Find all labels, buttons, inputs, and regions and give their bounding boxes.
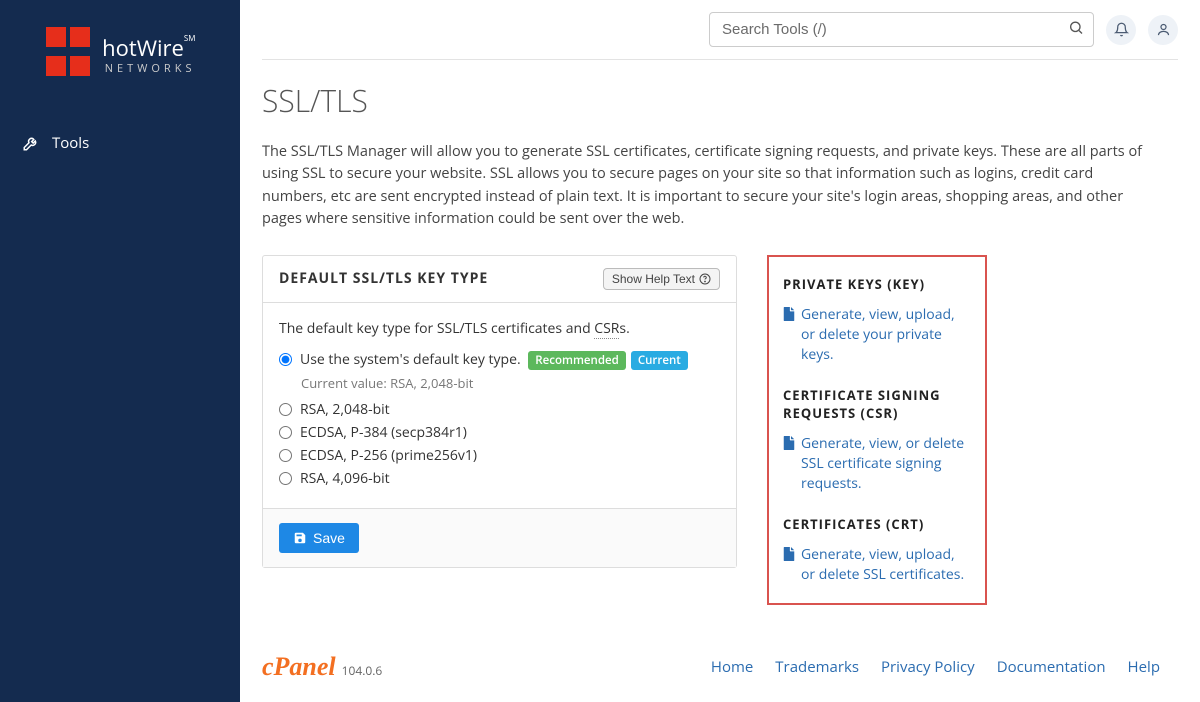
- csr-heading: CERTIFICATE SIGNING REQUESTS (CSR): [783, 386, 971, 422]
- sidebar-item-tools[interactable]: Tools: [0, 123, 240, 163]
- keytype-radio-ecdsa-p256[interactable]: [279, 449, 292, 462]
- link-text: Generate, view, upload, or delete SSL ce…: [801, 545, 971, 586]
- footer-link-documentation[interactable]: Documentation: [997, 657, 1106, 677]
- question-circle-icon: [699, 273, 711, 285]
- show-help-button[interactable]: Show Help Text: [603, 268, 720, 290]
- csr-link[interactable]: Generate, view, or delete SSL certificat…: [783, 434, 971, 495]
- ssl-links-panel: PRIVATE KEYS (KEY) Generate, view, uploa…: [767, 255, 987, 605]
- current-value-note: Current value: RSA, 2,048-bit: [301, 374, 720, 392]
- keytype-label: ECDSA, P-384 (secp384r1): [300, 423, 467, 442]
- search-icon[interactable]: [1068, 19, 1084, 40]
- private-keys-link[interactable]: Generate, view, upload, or delete your p…: [783, 305, 971, 366]
- footer-link-help[interactable]: Help: [1128, 657, 1160, 677]
- notifications-button[interactable]: [1106, 15, 1136, 45]
- cpanel-logo: cPanel 104.0.6: [262, 652, 382, 682]
- link-text: Generate, view, upload, or delete your p…: [801, 305, 971, 366]
- user-icon: [1156, 22, 1171, 37]
- bell-icon: [1114, 22, 1129, 37]
- footer-link-privacy[interactable]: Privacy Policy: [881, 657, 975, 677]
- topbar: [240, 0, 1200, 59]
- footer: cPanel 104.0.6 Home Trademarks Privacy P…: [240, 632, 1200, 702]
- page-title: SSL/TLS: [262, 80, 1150, 121]
- keytype-radio-system-default[interactable]: [279, 353, 292, 366]
- intro-text: The SSL/TLS Manager will allow you to ge…: [262, 141, 1150, 231]
- search-input[interactable]: [709, 12, 1094, 47]
- badge-recommended: Recommended: [528, 351, 626, 370]
- keytype-radio-ecdsa-p384[interactable]: [279, 426, 292, 439]
- panel-title: DEFAULT SSL/TLS KEY TYPE: [279, 269, 488, 288]
- badge-current: Current: [631, 351, 688, 370]
- sidebar: hotWireSM NETWORKS Tools: [0, 0, 240, 702]
- keytype-label: ECDSA, P-256 (prime256v1): [300, 446, 477, 465]
- keytype-radio-rsa-2048[interactable]: [279, 403, 292, 416]
- crt-link[interactable]: Generate, view, upload, or delete SSL ce…: [783, 545, 971, 586]
- crt-heading: CERTIFICATES (CRT): [783, 515, 971, 533]
- cpanel-version: 104.0.6: [342, 662, 383, 679]
- footer-link-trademarks[interactable]: Trademarks: [775, 657, 859, 677]
- save-button[interactable]: Save: [279, 523, 359, 553]
- file-icon: [783, 307, 795, 321]
- tools-icon: [22, 134, 40, 152]
- file-icon: [783, 547, 795, 561]
- keytype-panel: DEFAULT SSL/TLS KEY TYPE Show Help Text …: [262, 255, 737, 568]
- sidebar-item-label: Tools: [52, 133, 89, 153]
- footer-link-home[interactable]: Home: [711, 657, 753, 677]
- keytype-description: The default key type for SSL/TLS certifi…: [279, 319, 720, 338]
- logo-squares-icon: [44, 25, 92, 83]
- brand-logo: hotWireSM NETWORKS: [0, 25, 240, 83]
- cpanel-brand: cPanel: [262, 652, 336, 682]
- help-btn-label: Show Help Text: [612, 272, 695, 286]
- keytype-label: Use the system's default key type.: [300, 350, 521, 369]
- keytype-label: RSA, 4,096-bit: [300, 469, 390, 488]
- keytype-label: RSA, 2,048-bit: [300, 400, 390, 419]
- brand-sub: NETWORKS: [102, 61, 195, 76]
- user-menu-button[interactable]: [1148, 15, 1178, 45]
- keytype-radio-rsa-4096[interactable]: [279, 472, 292, 485]
- link-text: Generate, view, or delete SSL certificat…: [801, 434, 971, 495]
- brand-sm: SM: [184, 33, 196, 44]
- save-icon: [293, 531, 307, 545]
- file-icon: [783, 436, 795, 450]
- brand-name: hotWire: [102, 33, 184, 63]
- save-label: Save: [313, 530, 345, 546]
- private-keys-heading: PRIVATE KEYS (KEY): [783, 275, 971, 293]
